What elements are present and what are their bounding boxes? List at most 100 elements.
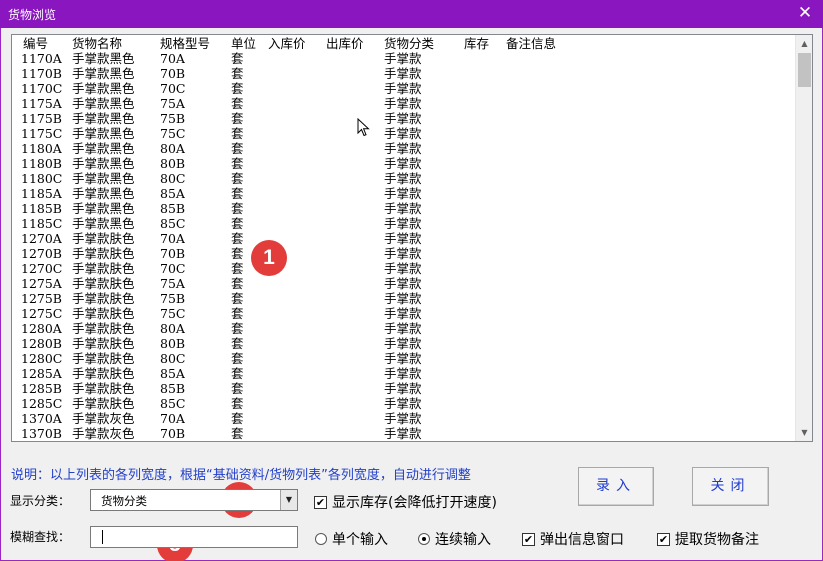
list-cell: 手掌款 <box>384 201 422 216</box>
list-cell: 手掌款肤色 <box>72 321 135 336</box>
list-cell: 手掌款 <box>384 246 422 261</box>
show-stock-checkbox[interactable]: ✔ 显示库存(会降低打开速度) <box>314 492 497 512</box>
list-cell: 手掌款黑色 <box>72 201 135 216</box>
list-item[interactable]: 1370B 手掌款灰色 70B 套 手掌款 <box>12 426 792 441</box>
vertical-scrollbar[interactable]: ▲ ▼ <box>795 35 812 441</box>
scroll-down-icon[interactable]: ▼ <box>796 424 812 441</box>
list-item[interactable]: 1285A 手掌款肤色 85A 套 手掌款 <box>12 366 792 381</box>
list-cell: 套 <box>231 336 244 351</box>
list-cell: 1275A <box>21 276 62 291</box>
scroll-up-icon[interactable]: ▲ <box>796 35 812 52</box>
mouse-pointer-icon <box>357 118 370 137</box>
list-item[interactable]: 1285B 手掌款肤色 85B 套 手掌款 <box>12 381 792 396</box>
list-cell: 1275B <box>21 291 62 306</box>
list-cell: 1175A <box>21 96 62 111</box>
continuous-input-label: 连续输入 <box>435 532 491 548</box>
title-bar: 货物浏览 ✕ <box>0 0 823 28</box>
show-stock-check-icon[interactable]: ✔ <box>314 495 327 509</box>
list-cell: 套 <box>231 381 244 396</box>
fuzzy-search-label: 模糊查找： <box>10 530 71 544</box>
list-item[interactable]: 1275B 手掌款肤色 75B 套 手掌款 <box>12 291 792 306</box>
list-cell: 手掌款肤色 <box>72 351 135 366</box>
column-header: 编号 <box>23 36 49 51</box>
column-header: 货物分类 <box>384 36 435 51</box>
list-item[interactable]: 1175C 手掌款黑色 75C 套 手掌款 <box>12 126 792 141</box>
list-item[interactable]: 1370A 手掌款灰色 70A 套 手掌款 <box>12 411 792 426</box>
list-item[interactable]: 1275C 手掌款肤色 75C 套 手掌款 <box>12 306 792 321</box>
fuzzy-search-field[interactable] <box>91 528 297 548</box>
list-cell: 套 <box>231 261 244 276</box>
list-cell: 70A <box>160 51 185 66</box>
list-item[interactable]: 1170B 手掌款黑色 70B 套 手掌款 <box>12 66 792 81</box>
close-icon[interactable]: ✕ <box>787 0 823 28</box>
list-cell: 套 <box>231 246 244 261</box>
single-input-radio-icon[interactable] <box>315 533 327 545</box>
list-item[interactable]: 1185B 手掌款黑色 85B 套 手掌款 <box>12 201 792 216</box>
continuous-input-radio[interactable]: 连续输入 <box>418 529 491 549</box>
list-item[interactable]: 1170C 手掌款黑色 70C 套 手掌款 <box>12 81 792 96</box>
list-cell: 手掌款黑色 <box>72 111 135 126</box>
list-item[interactable]: 1180C 手掌款黑色 80C 套 手掌款 <box>12 171 792 186</box>
popup-info-check-icon[interactable]: ✔ <box>522 532 535 546</box>
goods-listbox[interactable]: 编号 货物名称 规格型号 单位 入库价 出库价 货物分类 库存 备注信息 1170A 手掌款黑色 70… <box>11 34 813 442</box>
list-cell: 手掌款黑色 <box>72 96 135 111</box>
list-cell: 85A <box>160 186 185 201</box>
list-cell: 85C <box>160 396 186 411</box>
list-cell: 套 <box>231 216 244 231</box>
list-item[interactable]: 1175B 手掌款黑色 75B 套 手掌款 <box>12 111 792 126</box>
list-cell: 手掌款 <box>384 66 422 81</box>
list-cell: 手掌款 <box>384 141 422 156</box>
scroll-thumb[interactable] <box>798 53 811 87</box>
list-cell: 手掌款肤色 <box>72 306 135 321</box>
list-cell: 70C <box>160 261 186 276</box>
list-cell: 手掌款黑色 <box>72 186 135 201</box>
list-cell: 手掌款 <box>384 231 422 246</box>
display-category-select[interactable]: 货物分类 ▼ <box>90 489 298 511</box>
list-cell: 手掌款 <box>384 336 422 351</box>
fetch-note-checkbox[interactable]: ✔ 提取货物备注 <box>657 529 759 549</box>
list-item[interactable]: 1270C 手掌款肤色 70C 套 手掌款 <box>12 261 792 276</box>
list-cell: 手掌款 <box>384 276 422 291</box>
list-item[interactable]: 1280A 手掌款肤色 80A 套 手掌款 <box>12 321 792 336</box>
column-header: 货物名称 <box>72 36 123 51</box>
list-cell: 套 <box>231 201 244 216</box>
continuous-input-radio-icon[interactable] <box>418 533 430 545</box>
text-caret <box>102 530 103 544</box>
list-cell: 套 <box>231 366 244 381</box>
list-cell: 手掌款肤色 <box>72 231 135 246</box>
list-cell: 75A <box>160 276 185 291</box>
list-item[interactable]: 1280B 手掌款肤色 80B 套 手掌款 <box>12 336 792 351</box>
popup-info-checkbox[interactable]: ✔ 弹出信息窗口 <box>522 529 624 549</box>
chevron-down-icon[interactable]: ▼ <box>280 490 297 510</box>
list-cell: 手掌款 <box>384 96 422 111</box>
list-cell: 1270C <box>21 261 63 276</box>
list-item[interactable]: 1285C 手掌款肤色 85C 套 手掌款 <box>12 396 792 411</box>
list-item[interactable]: 1185A 手掌款黑色 85A 套 手掌款 <box>12 186 792 201</box>
list-item[interactable]: 1270B 手掌款肤色 70B 套 手掌款 <box>12 246 792 261</box>
list-cell: 套 <box>231 321 244 336</box>
list-item[interactable]: 1270A 手掌款肤色 70A 套 手掌款 <box>12 231 792 246</box>
list-item[interactable]: 1175A 手掌款黑色 75A 套 手掌款 <box>12 96 792 111</box>
list-item[interactable]: 1275A 手掌款肤色 75A 套 手掌款 <box>12 276 792 291</box>
list-cell: 手掌款 <box>384 156 422 171</box>
fuzzy-search-input[interactable] <box>90 526 298 548</box>
list-item[interactable]: 1185C 手掌款黑色 85C 套 手掌款 <box>12 216 792 231</box>
list-item[interactable]: 1180A 手掌款黑色 80A 套 手掌款 <box>12 141 792 156</box>
column-header: 规格型号 <box>160 36 211 51</box>
enter-button[interactable]: 录入 <box>578 467 654 506</box>
list-item[interactable]: 1280C 手掌款肤色 80C 套 手掌款 <box>12 351 792 366</box>
single-input-radio[interactable]: 单个输入 <box>315 529 388 549</box>
list-item[interactable]: 1170A 手掌款黑色 70A 套 手掌款 <box>12 51 792 66</box>
list-cell: 手掌款 <box>384 291 422 306</box>
column-header: 入库价 <box>268 36 306 51</box>
callout-badge-1: 1 <box>251 240 287 276</box>
list-cell: 手掌款 <box>384 351 422 366</box>
list-item[interactable]: 1180B 手掌款黑色 80B 套 手掌款 <box>12 156 792 171</box>
list-cell: 70C <box>160 81 186 96</box>
list-cell: 1185C <box>21 216 63 231</box>
fetch-note-check-icon[interactable]: ✔ <box>657 532 670 546</box>
close-button[interactable]: 关闭 <box>692 467 769 506</box>
list-cell: 70B <box>160 66 186 81</box>
list-cell: 手掌款 <box>384 366 422 381</box>
list-cell: 手掌款黑色 <box>72 216 135 231</box>
